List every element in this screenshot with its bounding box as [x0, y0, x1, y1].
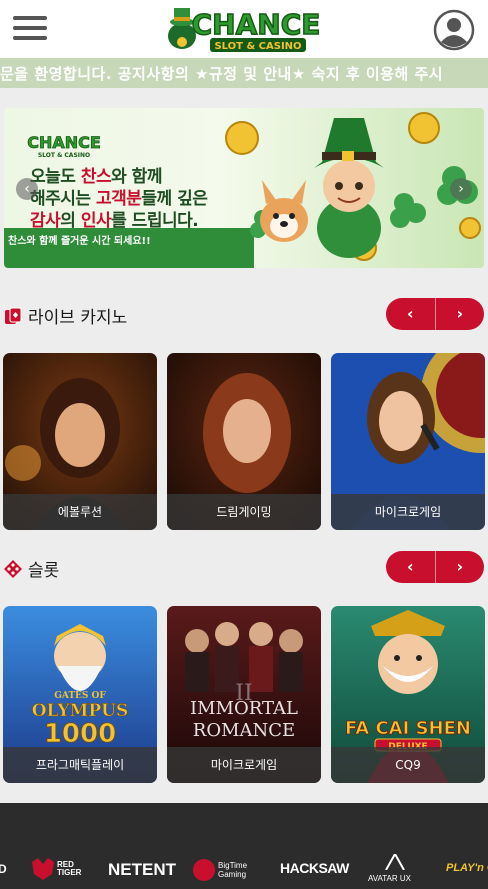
live-casino-pager: ‹ › [386, 298, 484, 330]
slot-title: 슬롯 [28, 561, 60, 581]
slot-art-line3: 1000 [44, 719, 116, 749]
logo-title: CHANCE [192, 8, 320, 41]
diamond-icon [4, 559, 22, 578]
slot-prev-button[interactable]: ‹ [386, 551, 436, 583]
slot-card-microgaming[interactable]: IMMORTAL ROMANCE II 마이크로게임 [167, 606, 321, 783]
provider-logo-partial[interactable]: D [0, 862, 7, 876]
marquee-text: 문을 환영합니다. 공지사항의 ★규정 및 안내★ 숙지 후 이용해 주시 [0, 65, 444, 83]
card-label: 드림게이밍 [167, 494, 321, 530]
banner-subline: 찬스와 함께 즐거운 시간 되세요!! [8, 236, 151, 247]
slot-art-line1: FA CAI SHEN [345, 718, 471, 739]
live-casino-card-evolution[interactable]: 에볼루션 [3, 353, 157, 530]
card-label: CQ9 [331, 747, 485, 783]
site-logo[interactable]: CHANCE SLOT & CASINO [160, 2, 321, 56]
provider-logo-netent[interactable]: NETENT [108, 860, 176, 880]
banner-logo-subtitle: SLOT & CASINO [38, 152, 90, 159]
btg-badge-icon [193, 859, 215, 881]
live-casino-title: 라이브 카지노 [28, 308, 128, 328]
provider-logo-hacksaw[interactable]: HACKSAW [280, 860, 349, 876]
cards-icon [5, 307, 22, 324]
slot-art-line2: OLYMPUS [32, 701, 129, 721]
provider-name: RED TIGER [57, 860, 82, 877]
live-casino-card-microgaming[interactable]: 마이크로게임 [331, 353, 485, 530]
banner-next-button[interactable]: › [450, 178, 472, 200]
banner-logo-title: CHANCE [27, 133, 101, 152]
card-label: 에볼루션 [3, 494, 157, 530]
hamburger-menu-icon[interactable] [13, 16, 47, 44]
slot-pager: ‹ › [386, 551, 484, 583]
slot-art-line2: ROMANCE [193, 720, 295, 741]
header: CHANCE SLOT & CASINO [0, 0, 488, 58]
slot-art-line3: II [235, 681, 252, 706]
banner-line-3: 감사의 인사를 드립니다. [30, 211, 199, 231]
card-label: 마이크로게임 [167, 747, 321, 783]
slot-art-line1: GATES OF [54, 691, 106, 701]
provider-name: AVATAR UX [368, 874, 411, 883]
notice-marquee: 문을 환영합니다. 공지사항의 ★규정 및 안내★ 숙지 후 이용해 주시 [0, 58, 488, 88]
live-casino-next-button[interactable]: › [436, 298, 485, 330]
avatar-ux-icon [385, 854, 405, 870]
provider-name: BigTime Gaming [218, 861, 248, 879]
slot-next-button[interactable]: › [436, 551, 485, 583]
slot-heading: 슬롯 [4, 556, 59, 581]
card-label: 프라그매틱플레이 [3, 747, 157, 783]
card-label: 마이크로게임 [331, 494, 485, 530]
provider-logo-playngo[interactable]: PLAY'n GO [446, 862, 488, 874]
live-casino-heading: 라이브 카지노 [4, 303, 127, 328]
user-account-icon[interactable] [432, 8, 476, 52]
live-casino-card-dreamgaming[interactable]: 드림게이밍 [167, 353, 321, 530]
logo-subtitle: SLOT & CASINO [214, 41, 301, 52]
tiger-icon [32, 858, 54, 880]
live-casino-prev-button[interactable]: ‹ [386, 298, 436, 330]
banner-prev-button[interactable]: ‹ [16, 178, 38, 200]
promo-banner[interactable]: CHANCE SLOT & CASINO 오늘도 찬스와 함께 해주시는 고객분… [4, 108, 484, 268]
slot-card-cq9[interactable]: FA CAI SHEN DELUXE CQ9 [331, 606, 485, 783]
slot-card-pragmatic[interactable]: GATES OF OLYMPUS 1000 프라그매틱플레이 [3, 606, 157, 783]
